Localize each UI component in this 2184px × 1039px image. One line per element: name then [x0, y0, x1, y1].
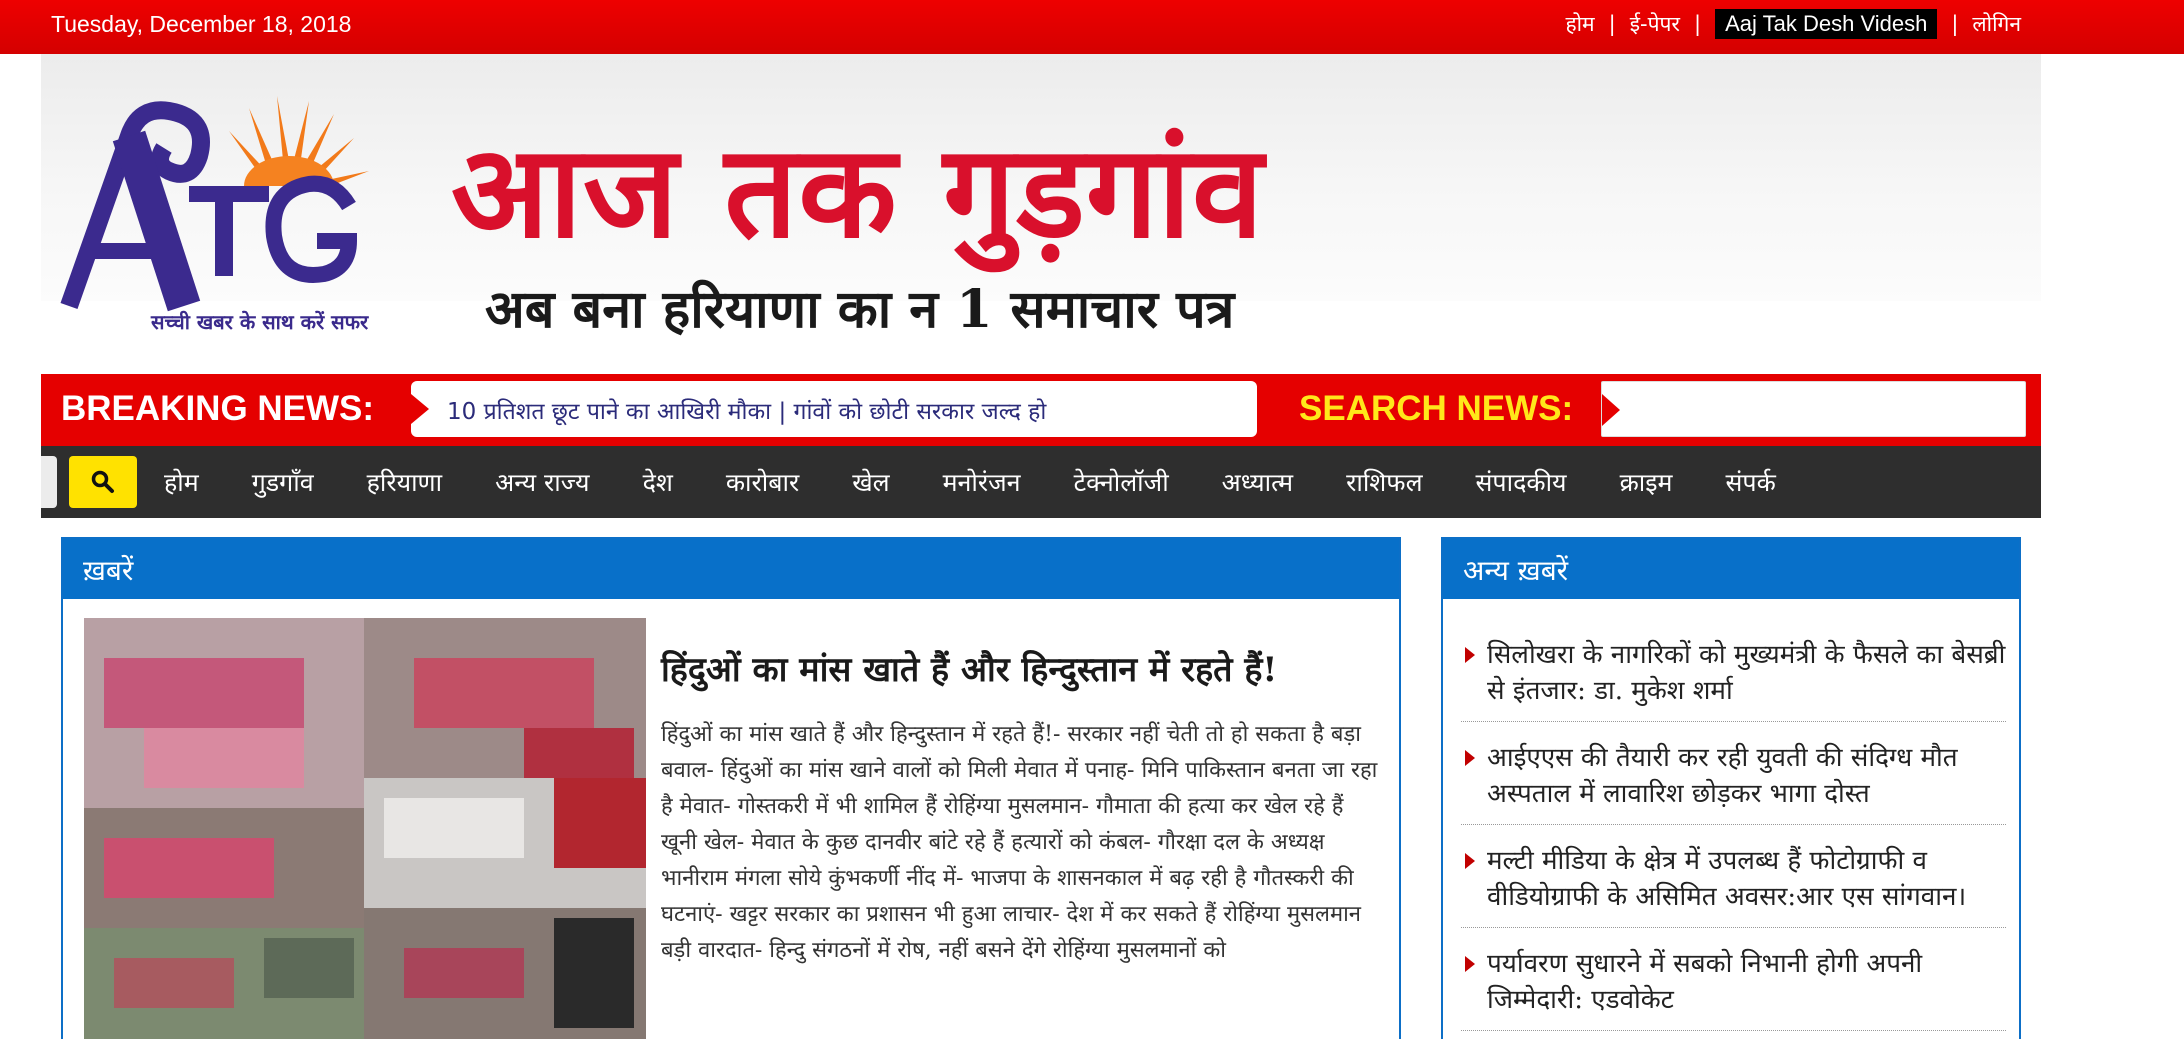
nav-item-haryana[interactable]: हरियाणा [367, 465, 443, 499]
nav-item-crime[interactable]: क्राइम [1620, 465, 1673, 499]
nav-item-technology[interactable]: टेक्नोलॉजी [1074, 465, 1169, 499]
breaking-news-bar: BREAKING NEWS: 10 प्रतिशत छूट पाने का आख… [41, 374, 2041, 446]
separator: | [1694, 12, 1702, 36]
article-summary: हिंदुओं का मांस खाते हैं और हिन्दुस्तान … [661, 722, 1378, 963]
nav-item-contact[interactable]: संपर्क [1725, 465, 1775, 499]
news-ticker[interactable]: 10 प्रतिशत छूट पाने का आखिरी मौका | गांव… [411, 381, 1257, 437]
list-item-text[interactable]: सिलोखरा के नागरिकों को मुख्यमंत्री के फै… [1487, 640, 2005, 706]
list-item[interactable]: पर्यावरण सुधारने में सबको निभानी होगी अप… [1461, 946, 2006, 1031]
search-icon [91, 470, 114, 493]
top-links: होम | ई-पेपर | Aaj Tak Desh Videsh | लोग… [1565, 9, 2021, 39]
article-title[interactable]: हिंदुओं का मांस खाते हैं और हिन्दुस्तान … [661, 645, 1381, 691]
site-subtitle: अब बना हरियाणा का न 1 समाचार पत्र [485, 279, 1235, 340]
search-arrow-icon [1602, 394, 1620, 426]
nav-item-other-states[interactable]: अन्य राज्य [495, 465, 589, 499]
logo-icon [60, 96, 369, 312]
nav-item-entertainment[interactable]: मनोरंजन [943, 465, 1021, 499]
nav-menu: होम गुडगाँव हरियाणा अन्य राज्य देश कारोब… [164, 446, 1829, 518]
nav-toggle[interactable] [41, 456, 57, 508]
nav-item-horoscope[interactable]: राशिफल [1346, 465, 1422, 499]
list-item-text[interactable]: मल्टी मीडिया के क्षेत्र में उपलब्ध हैं फ… [1487, 846, 1966, 912]
nav-item-gurgaon[interactable]: गुडगाँव [252, 465, 314, 499]
nav-item-home[interactable]: होम [164, 465, 199, 499]
nav-item-sports[interactable]: खेल [852, 465, 889, 499]
top-link-login[interactable]: लोगिन [1972, 10, 2021, 38]
top-bar: Tuesday, December 18, 2018 होम | ई-पेपर … [0, 0, 2184, 54]
bullet-arrow-icon [1465, 853, 1475, 869]
article-photo [84, 618, 646, 1039]
news-panel-heading: ख़बरें [63, 539, 1399, 599]
list-item[interactable]: आईएएस की तैयारी कर रही युवती की संदिग्ध … [1461, 740, 2006, 825]
separator: | [1951, 12, 1959, 36]
search-news-label: SEARCH NEWS: [1299, 389, 1574, 428]
search-news-input[interactable] [1624, 386, 2019, 432]
other-news-panel: अन्य ख़बरें सिलोखरा के नागरिकों को मुख्य… [1441, 537, 2021, 1039]
search-news-box[interactable] [1601, 381, 2026, 437]
nav-item-spirituality[interactable]: अध्यात्म [1222, 465, 1293, 499]
news-panel: ख़बरें हिंदुओं का मांस खाते हैं और हिन्द… [61, 537, 1401, 1039]
nav-item-country[interactable]: देश [643, 465, 673, 499]
site-title: आज तक गुड़गांव [451, 117, 1265, 267]
top-link-desh-videsh[interactable]: Aaj Tak Desh Videsh [1715, 9, 1938, 39]
nav-search-button[interactable] [69, 456, 137, 508]
list-item-text[interactable]: पर्यावरण सुधारने में सबको निभानी होगी अप… [1487, 949, 1922, 1015]
list-item-text[interactable]: आईएएस की तैयारी कर रही युवती की संदिग्ध … [1487, 743, 1958, 809]
nav-item-business[interactable]: कारोबार [726, 465, 799, 499]
main-nav: होम गुडगाँव हरियाणा अन्य राज्य देश कारोब… [41, 446, 2041, 518]
top-link-home[interactable]: होम [1565, 10, 1594, 38]
separator: | [1608, 12, 1616, 36]
other-news-list: सिलोखरा के नागरिकों को मुख्यमंत्री के फै… [1461, 637, 2006, 1039]
logo-tagline: सच्ची खबर के साथ करें सफर [151, 310, 369, 334]
current-date: Tuesday, December 18, 2018 [51, 11, 352, 37]
list-item[interactable]: सिलोखरा के नागरिकों को मुख्यमंत्री के फै… [1461, 637, 2006, 722]
bullet-arrow-icon [1465, 647, 1475, 663]
list-item[interactable]: मल्टी मीडिया के क्षेत्र में उपलब्ध हैं फ… [1461, 843, 2006, 928]
nav-item-editorial[interactable]: संपादकीय [1476, 465, 1567, 499]
header-banner: सच्ची खबर के साथ करें सफर आज तक गुड़गांव… [41, 54, 2041, 374]
breaking-news-label: BREAKING NEWS: [61, 389, 375, 428]
top-link-epaper[interactable]: ई-पेपर [1630, 10, 1680, 38]
bullet-arrow-icon [1465, 750, 1475, 766]
ticker-text[interactable]: 10 प्रतिशत छूट पाने का आखिरी मौका | गांव… [447, 394, 1046, 426]
other-news-heading: अन्य ख़बरें [1443, 539, 2019, 599]
site-logo[interactable]: सच्ची खबर के साथ करें सफर [59, 76, 419, 386]
ticker-arrow-icon [411, 394, 429, 424]
article-image[interactable] [84, 618, 646, 1039]
bullet-arrow-icon [1465, 956, 1475, 972]
